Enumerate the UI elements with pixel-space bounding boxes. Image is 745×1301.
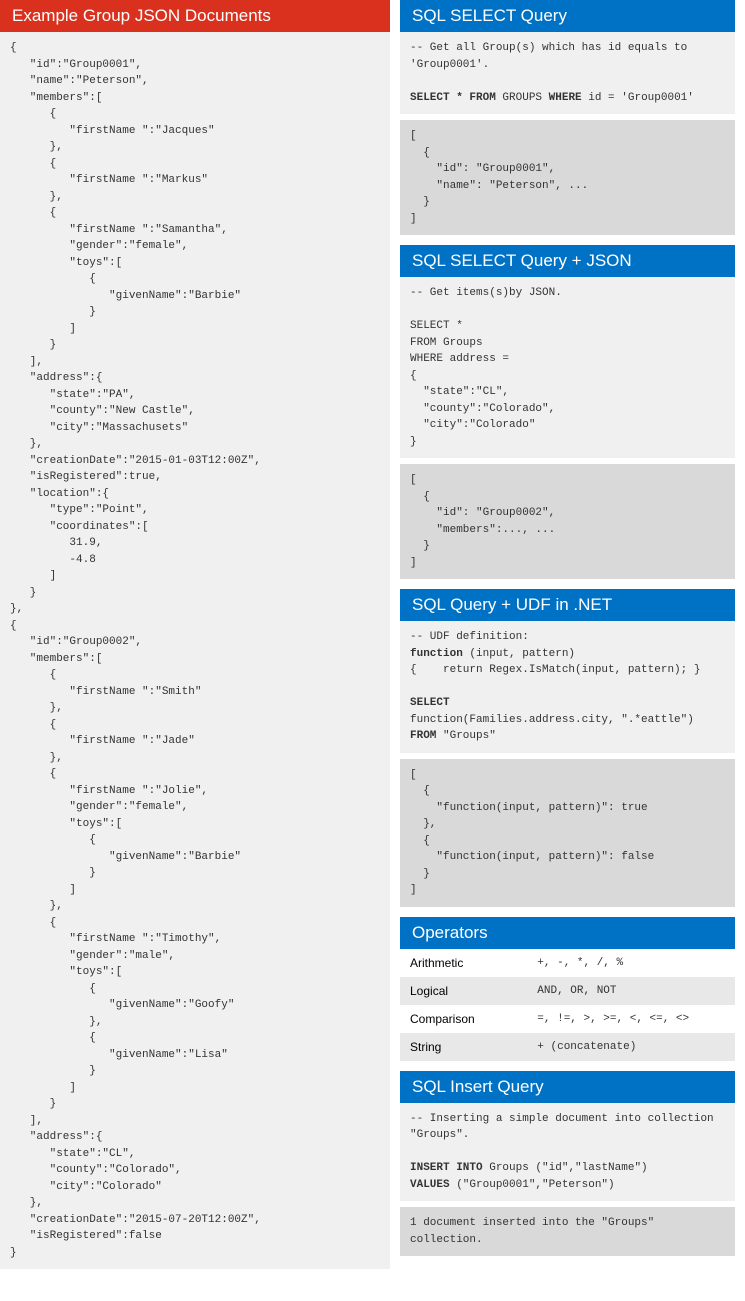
selectjson-header: SQL SELECT Query + JSON [400, 245, 735, 277]
udf-result: [ { "function(input, pattern)": true }, … [400, 759, 735, 907]
selectjson-result: [ { "id": "Group0002", "members":..., ..… [400, 464, 735, 579]
operators-header: Operators [400, 917, 735, 949]
table-row: Comparison=, !=, >, >=, <, <=, <> [400, 1005, 735, 1033]
table-row: Arithmetic+, -, *, /, % [400, 949, 735, 977]
udf-header: SQL Query + UDF in .NET [400, 589, 735, 621]
select-result: [ { "id": "Group0001", "name": "Peterson… [400, 120, 735, 235]
insert-result: 1 document inserted into the "Groups" co… [400, 1207, 735, 1256]
table-row: String+ (concatenate) [400, 1033, 735, 1061]
insert-card: SQL Insert Query -- Inserting a simple d… [400, 1071, 735, 1257]
table-row: LogicalAND, OR, NOT [400, 977, 735, 1005]
udf-code: -- UDF definition: function (input, patt… [400, 621, 735, 753]
selectjson-query: -- Get items(s)by JSON. SELECT * FROM Gr… [400, 277, 735, 458]
insert-query: -- Inserting a simple document into coll… [400, 1103, 735, 1202]
operators-card: Operators Arithmetic+, -, *, /, % Logica… [400, 917, 735, 1061]
udf-card: SQL Query + UDF in .NET -- UDF definitio… [400, 589, 735, 907]
insert-header: SQL Insert Query [400, 1071, 735, 1103]
operators-table: Arithmetic+, -, *, /, % LogicalAND, OR, … [400, 949, 735, 1061]
select-query: -- Get all Group(s) which has id equals … [400, 32, 735, 114]
example-header: Example Group JSON Documents [0, 0, 390, 32]
select-card: SQL SELECT Query -- Get all Group(s) whi… [400, 0, 735, 235]
example-code: { "id":"Group0001", "name":"Peterson", "… [0, 32, 390, 1269]
select-header: SQL SELECT Query [400, 0, 735, 32]
selectjson-card: SQL SELECT Query + JSON -- Get items(s)b… [400, 245, 735, 579]
